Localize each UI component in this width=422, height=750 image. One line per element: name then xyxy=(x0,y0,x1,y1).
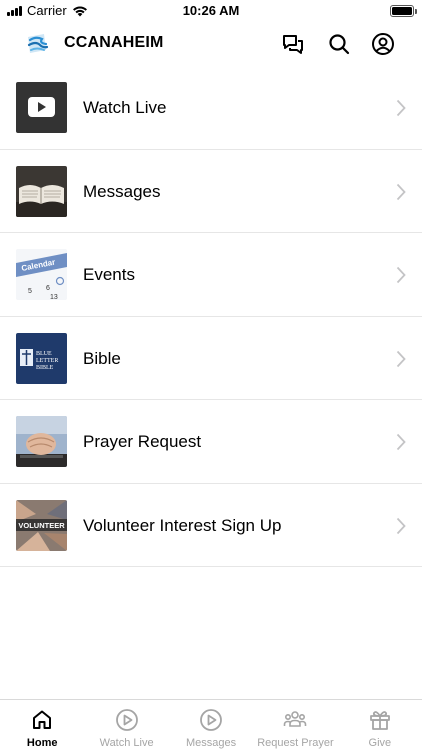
chevron-right-icon xyxy=(396,183,406,200)
menu-item-events[interactable]: Calendar 5 6 13 Events xyxy=(0,233,422,317)
tab-home[interactable]: Home xyxy=(0,700,84,750)
menu-list: Watch Live Messages Calendar 5 6 13 Even… xyxy=(0,66,422,567)
church-logo-icon xyxy=(27,34,49,53)
svg-text:BIBLE: BIBLE xyxy=(36,365,54,371)
play-circle-icon xyxy=(200,709,222,731)
menu-item-label: Messages xyxy=(83,181,161,201)
menu-item-label: Bible xyxy=(83,348,121,368)
app-header: CCANAHEIM xyxy=(0,22,422,66)
tab-label: Request Prayer xyxy=(257,737,334,749)
watch-live-thumbnail xyxy=(16,82,67,133)
gift-icon xyxy=(369,711,390,730)
messages-thumbnail xyxy=(16,165,67,217)
menu-item-label: Watch Live xyxy=(83,98,167,117)
tab-give[interactable]: Give xyxy=(338,700,422,750)
svg-text:5: 5 xyxy=(28,288,32,295)
app-title: CCANAHEIM xyxy=(64,34,164,51)
battery-icon xyxy=(390,5,417,17)
menu-item-watch-live[interactable]: Watch Live xyxy=(0,66,422,150)
home-icon xyxy=(33,710,52,729)
svg-text:BLUE: BLUE xyxy=(36,351,52,357)
tab-watch-live[interactable]: Watch Live xyxy=(84,700,168,750)
chevron-right-icon xyxy=(396,350,406,367)
menu-item-label: Prayer Request xyxy=(83,432,202,451)
chevron-right-icon xyxy=(396,99,406,117)
tab-label: Home xyxy=(26,737,58,749)
menu-item-volunteer-sign-up[interactable]: VOLUNTEER Volunteer Interest Sign Up xyxy=(0,484,422,567)
menu-item-bible[interactable]: BLUE LETTER BIBLE Bible xyxy=(0,317,422,400)
play-circle-icon xyxy=(115,709,138,731)
prayer-request-thumbnail xyxy=(16,416,67,467)
menu-item-label: Events xyxy=(83,265,135,284)
svg-text:6: 6 xyxy=(46,285,50,292)
group-icon xyxy=(284,711,307,727)
volunteer-thumbnail: VOLUNTEER xyxy=(16,499,67,551)
tab-messages[interactable]: Messages xyxy=(169,700,253,750)
tab-label: Messages xyxy=(185,737,237,749)
status-bar: Carrier 10:26 AM xyxy=(0,0,422,22)
tab-bar: Home Watch Live Messages Request Prayer xyxy=(0,699,422,750)
svg-text:13: 13 xyxy=(50,294,58,300)
svg-text:LETTER: LETTER xyxy=(36,358,58,364)
bible-thumbnail: BLUE LETTER BIBLE xyxy=(16,332,67,384)
menu-item-messages[interactable]: Messages xyxy=(0,150,422,233)
tab-request-prayer[interactable]: Request Prayer xyxy=(253,700,337,750)
tab-label: Watch Live xyxy=(99,737,154,749)
chevron-right-icon xyxy=(396,517,406,534)
account-icon[interactable] xyxy=(371,32,395,56)
search-icon[interactable] xyxy=(327,32,351,56)
status-time: 10:26 AM xyxy=(182,3,240,18)
chat-icon[interactable] xyxy=(281,32,305,56)
menu-item-prayer-request[interactable]: Prayer Request xyxy=(0,400,422,484)
tab-label: Give xyxy=(368,737,392,749)
svg-text:VOLUNTEER: VOLUNTEER xyxy=(18,521,65,530)
chevron-right-icon xyxy=(396,266,406,284)
events-thumbnail: Calendar 5 6 13 xyxy=(16,249,67,300)
menu-item-label: Volunteer Interest Sign Up xyxy=(83,515,282,535)
chevron-right-icon xyxy=(396,433,406,451)
